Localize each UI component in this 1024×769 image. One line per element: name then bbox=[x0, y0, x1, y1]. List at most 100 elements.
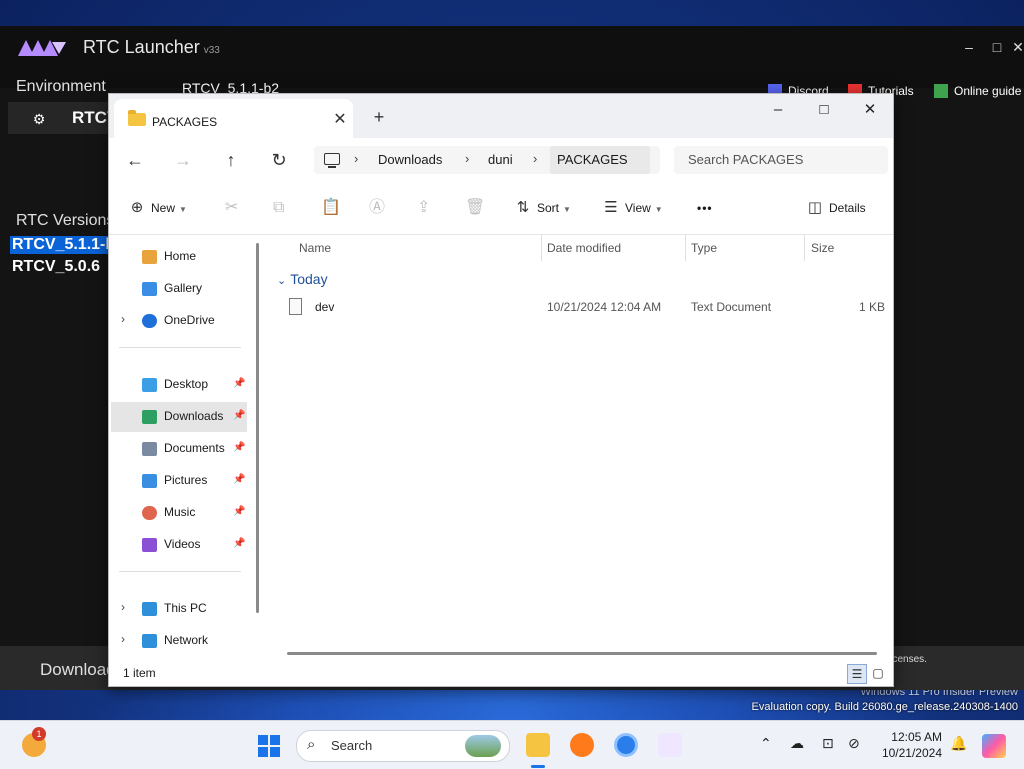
version-item-selected[interactable]: RTCV_5.1.1-b bbox=[10, 236, 118, 254]
network-tray-icon[interactable]: ⊡ bbox=[822, 735, 834, 752]
breadcrumb-downloads[interactable]: Downloads bbox=[378, 152, 442, 167]
tiles-view-button[interactable]: ▢ bbox=[869, 664, 887, 682]
sort-button[interactable]: ⇅ Sort ▼ bbox=[515, 196, 571, 220]
tab-close-button[interactable]: ✕ bbox=[329, 109, 351, 131]
sidebar-item-gallery[interactable]: Gallery bbox=[111, 274, 247, 304]
download-button[interactable]: Download bbox=[40, 660, 116, 680]
chevron-right-icon[interactable]: › bbox=[121, 312, 125, 326]
group-header-today[interactable]: ⌄ Today bbox=[277, 271, 328, 287]
column-divider[interactable] bbox=[804, 235, 805, 261]
column-header-size[interactable]: Size bbox=[811, 241, 834, 255]
sidebar-item-documents[interactable]: Documents 📌 bbox=[111, 434, 247, 464]
sidebar-item-music[interactable]: Music 📌 bbox=[111, 498, 247, 528]
music-icon bbox=[142, 506, 157, 520]
details-view-button[interactable]: ☰ bbox=[847, 664, 867, 684]
copilot-icon[interactable] bbox=[982, 734, 1006, 758]
sidebar-item-videos[interactable]: Videos 📌 bbox=[111, 530, 247, 560]
sort-icon: ⇅ bbox=[516, 199, 530, 216]
taskbar-search[interactable]: ⌕ Search bbox=[296, 730, 510, 762]
sidebar-item-network[interactable]: › Network bbox=[111, 626, 247, 656]
version-item[interactable]: RTCV_5.0.6 bbox=[10, 258, 102, 276]
environment-gear-icon: ⚙ bbox=[32, 111, 46, 127]
details-button[interactable]: ◫ Details bbox=[807, 196, 866, 220]
close-button[interactable]: ✕ bbox=[847, 96, 893, 124]
refresh-button[interactable]: ↻ bbox=[263, 146, 295, 174]
windows-logo-icon bbox=[258, 735, 268, 745]
launcher-maximize-button[interactable]: □ bbox=[986, 36, 1008, 58]
more-options-button[interactable]: ••• bbox=[697, 196, 713, 220]
this-pc-icon bbox=[324, 153, 340, 168]
breadcrumb-duni[interactable]: duni bbox=[488, 152, 513, 167]
gallery-icon bbox=[142, 282, 157, 296]
breadcrumb-packages[interactable]: PACKAGES bbox=[557, 152, 628, 167]
up-button[interactable]: ↑ bbox=[215, 146, 247, 174]
volume-icon[interactable]: ⊘ bbox=[848, 735, 860, 752]
chrome-taskbar-icon[interactable] bbox=[614, 733, 638, 757]
chevron-right-icon: › bbox=[354, 151, 359, 166]
details-pane-icon: ◫ bbox=[807, 199, 823, 216]
status-bar: 1 item ☰ ▢ bbox=[109, 660, 893, 686]
file-row[interactable]: dev 10/21/2024 12:04 AM Text Document 1 … bbox=[285, 296, 885, 318]
sidebar-item-pictures[interactable]: Pictures 📌 bbox=[111, 466, 247, 496]
share-button[interactable]: ⇪ bbox=[417, 196, 430, 220]
rtc-logo-icon bbox=[18, 40, 66, 56]
home-icon bbox=[142, 250, 157, 264]
search-box[interactable]: Search PACKAGES bbox=[674, 146, 888, 174]
tab-packages[interactable]: PACKAGES ✕ bbox=[114, 99, 353, 138]
rename-button[interactable]: Ⓐ bbox=[369, 196, 385, 220]
horizontal-scrollbar[interactable] bbox=[287, 652, 877, 655]
online-guide-link[interactable]: Online guide bbox=[934, 84, 1021, 98]
paste-button[interactable]: 📋 bbox=[321, 196, 341, 220]
notifications-bell-icon[interactable]: 🔔 bbox=[950, 735, 967, 752]
column-divider[interactable] bbox=[685, 235, 686, 261]
watermark-build: Evaluation copy. Build 26080.ge_release.… bbox=[751, 701, 1018, 713]
system-clock[interactable]: 12:05 AM 10/21/2024 bbox=[876, 729, 942, 761]
address-bar[interactable]: › Downloads › duni › PACKAGES bbox=[314, 146, 660, 174]
file-date: 10/21/2024 12:04 AM bbox=[547, 300, 662, 314]
folder-icon bbox=[128, 110, 146, 126]
file-explorer-taskbar-icon[interactable] bbox=[526, 733, 550, 757]
nav-pane-scrollbar[interactable] bbox=[256, 243, 259, 613]
new-tab-button[interactable]: + bbox=[367, 106, 391, 128]
launcher-close-button[interactable]: ✕ bbox=[1012, 36, 1024, 58]
search-highlight-image bbox=[465, 735, 501, 757]
sidebar-item-label: Documents bbox=[164, 441, 225, 455]
view-button[interactable]: ☰ View ▼ bbox=[603, 196, 662, 220]
copy-button[interactable]: ⧉ bbox=[273, 196, 284, 220]
cut-button[interactable]: ✂ bbox=[225, 196, 238, 220]
column-header-type[interactable]: Type bbox=[691, 241, 717, 255]
file-list-pane: Name Date modified Type Size ⌄ Today dev … bbox=[265, 235, 893, 660]
column-header-date[interactable]: Date modified bbox=[547, 241, 621, 255]
sidebar-item-downloads[interactable]: Downloads 📌 bbox=[111, 402, 247, 432]
pin-icon: 📌 bbox=[233, 538, 246, 549]
minimize-button[interactable]: – bbox=[755, 96, 801, 124]
search-placeholder: Search PACKAGES bbox=[688, 152, 804, 167]
chevron-up-icon[interactable]: ⌃ bbox=[760, 735, 772, 752]
column-divider[interactable] bbox=[541, 235, 542, 261]
column-header-name[interactable]: Name bbox=[299, 241, 331, 255]
sidebar-item-label: Music bbox=[164, 505, 196, 519]
sidebar-item-label: OneDrive bbox=[164, 313, 215, 327]
chevron-right-icon[interactable]: › bbox=[121, 600, 125, 614]
new-button[interactable]: ⊕ New ▼ bbox=[129, 196, 187, 220]
start-button[interactable] bbox=[258, 735, 280, 757]
file-name: dev bbox=[315, 300, 335, 314]
sidebar-item-desktop[interactable]: Desktop 📌 bbox=[111, 370, 247, 400]
chevron-right-icon[interactable]: › bbox=[121, 632, 125, 646]
search-icon: ⌕ bbox=[307, 736, 316, 753]
sidebar-item-this-pc[interactable]: › This PC bbox=[111, 594, 247, 624]
sidebar-item-label: Downloads bbox=[164, 409, 224, 423]
sidebar-item-onedrive[interactable]: › OneDrive bbox=[111, 306, 247, 336]
forward-button[interactable]: → bbox=[167, 146, 199, 174]
back-button[interactable]: ← bbox=[119, 146, 151, 174]
chevron-right-icon: › bbox=[533, 151, 538, 166]
sidebar-item-home[interactable]: Home bbox=[111, 242, 247, 272]
delete-button[interactable]: 🗑 bbox=[465, 196, 485, 220]
rtc-launcher-taskbar-icon[interactable] bbox=[658, 733, 682, 757]
documents-icon bbox=[142, 442, 157, 456]
clock-date: 10/21/2024 bbox=[881, 746, 942, 760]
firefox-taskbar-icon[interactable] bbox=[570, 733, 594, 757]
launcher-minimize-button[interactable]: – bbox=[958, 36, 980, 58]
maximize-button[interactable]: □ bbox=[801, 96, 847, 124]
onedrive-sync-icon[interactable]: ☁ bbox=[790, 735, 804, 752]
